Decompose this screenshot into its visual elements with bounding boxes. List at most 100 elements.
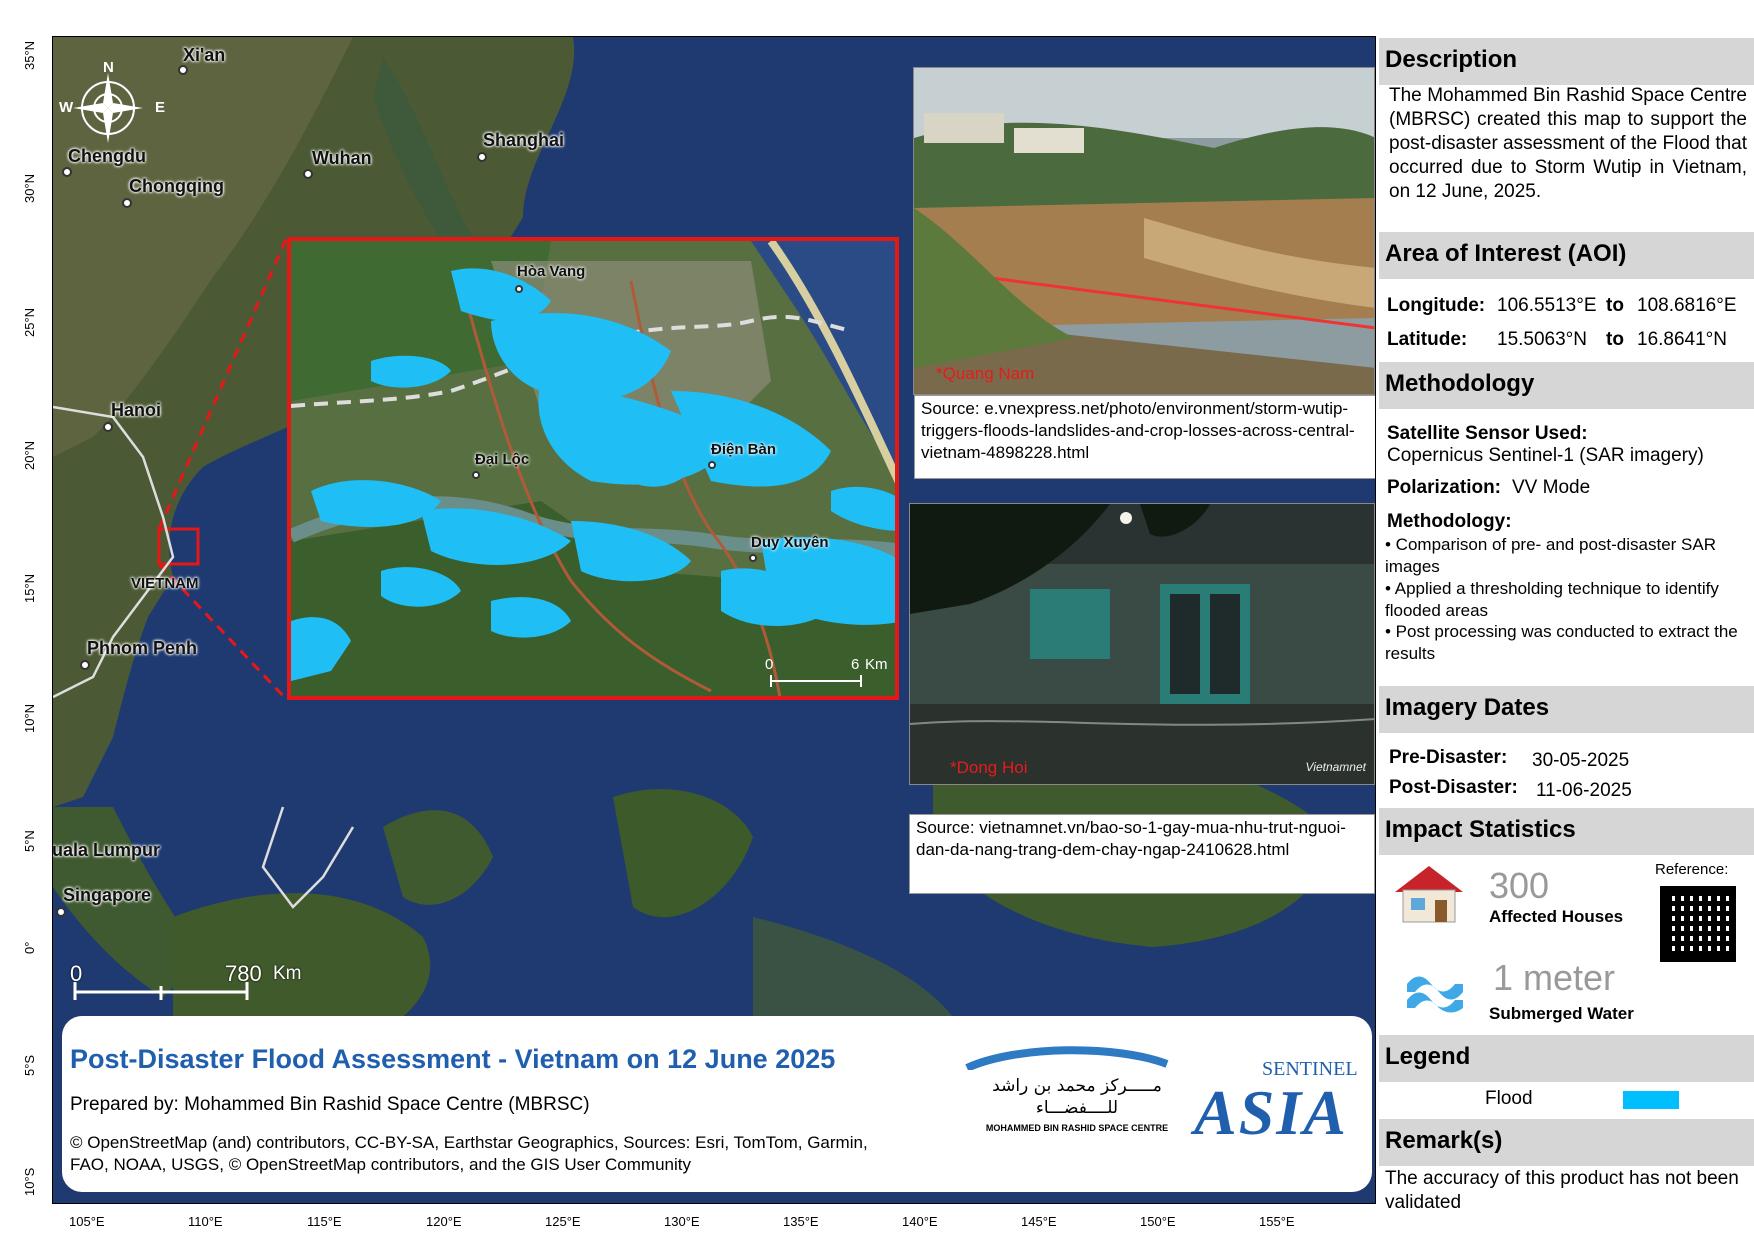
- city-label: Singapore: [63, 885, 152, 905]
- photo-caption[interactable]: Source: e.vnexpress.net/photo/environmen…: [914, 395, 1375, 479]
- impact-heading: Impact Statistics: [1379, 808, 1754, 855]
- compass-e: E: [155, 99, 166, 116]
- title-box: Post-Disaster Flood Assessment - Vietnam…: [62, 1016, 1372, 1192]
- lon-tick: 140°E: [902, 1214, 938, 1229]
- latitude-to: 16.8641°N: [1637, 329, 1727, 350]
- sensor-label: Satellite Sensor Used:: [1387, 423, 1588, 444]
- lat-tick: 30°N: [22, 173, 37, 203]
- house-icon: [1389, 862, 1469, 926]
- sentinel-logo-main: ASIA: [1194, 1077, 1348, 1148]
- mbrsc-logo-arabic: مـــــركز محمد بن راشد للــــفضـــاء: [992, 1076, 1162, 1118]
- inset-map[interactable]: Hòa Vang Đại Lộc Điện Bàn Duy Xuyên 0 6 …: [287, 237, 899, 700]
- description-text: The Mohammed Bin Rashid Space Centre (MB…: [1389, 85, 1748, 202]
- legend-heading: Legend: [1379, 1035, 1754, 1082]
- lon-tick: 125°E: [545, 1214, 581, 1229]
- pre-disaster-value: 30-05-2025: [1532, 750, 1630, 771]
- prepared-by: Prepared by: Mohammed Bin Rashid Space C…: [70, 1094, 590, 1115]
- lat-tick: 35°N: [22, 40, 37, 70]
- lon-tick: 150°E: [1140, 1214, 1176, 1229]
- inset-scale-start: 0: [765, 656, 774, 673]
- inset-city-dot: [708, 461, 716, 469]
- city-label: Phnom Penh: [87, 638, 198, 658]
- water-value: 1 meter: [1493, 957, 1616, 998]
- photo-caption[interactable]: Source: vietnamnet.vn/bao-so-1-gay-mua-n…: [909, 814, 1375, 894]
- credits: © OpenStreetMap (and) contributors, CC-B…: [70, 1133, 868, 1174]
- city-dot: [56, 907, 66, 917]
- scale-end: 780: [225, 961, 262, 986]
- lon-tick: 120°E: [426, 1214, 462, 1229]
- scale-start: 0: [70, 961, 83, 986]
- mbrsc-logo-english: MOHAMMED BIN RASHID SPACE CENTRE: [985, 1123, 1169, 1133]
- city-label: Chengdu: [68, 146, 146, 166]
- photo-dong-hoi: *Dong Hoi Vietnamnet: [909, 503, 1375, 785]
- inset-city-label: Điện Bàn: [711, 441, 777, 458]
- city-dot: [80, 660, 90, 670]
- sentinel-asia-logo: SENTINEL ASIA: [1190, 1056, 1370, 1176]
- city-dot: [62, 167, 72, 177]
- legend-flood-swatch: [1623, 1091, 1679, 1109]
- lon-tick: 155°E: [1259, 1214, 1295, 1229]
- lon-tick: 145°E: [1021, 1214, 1057, 1229]
- lat-tick: 5°S: [22, 1054, 37, 1076]
- inset-city-label: Hòa Vang: [517, 263, 586, 280]
- scale-unit: Km: [273, 963, 302, 984]
- country-label: VIETNAM: [131, 575, 199, 592]
- compass-rose: N W E: [59, 59, 165, 151]
- qr-code-icon[interactable]: [1660, 886, 1736, 962]
- lat-tick: 15°N: [22, 573, 37, 603]
- city-label: Chongqing: [129, 176, 224, 196]
- vietnamnet-watermark: Vietnamnet: [1305, 760, 1367, 774]
- lon-tick: 135°E: [783, 1214, 819, 1229]
- water-label: Submerged Water: [1489, 1004, 1634, 1023]
- lon-tick: 130°E: [664, 1214, 700, 1229]
- city-dot: [303, 169, 313, 179]
- sensor-value: Copernicus Sentinel-1 (SAR imagery): [1387, 445, 1704, 466]
- polarization-label: Polarization:: [1387, 477, 1502, 498]
- remarks-text: The accuracy of this product has not bee…: [1385, 1168, 1739, 1213]
- inset-city-label: Duy Xuyên: [751, 534, 829, 551]
- compass-w: W: [59, 99, 74, 116]
- remarks-heading: Remark(s): [1379, 1119, 1754, 1166]
- lat-tick: 0°: [22, 941, 37, 954]
- city-label: Shanghai: [483, 130, 565, 150]
- lon-tick: 110°E: [188, 1214, 223, 1229]
- inset-scale-end: 6: [851, 656, 860, 673]
- latitude-from: 15.5063°N: [1497, 329, 1587, 350]
- city-dot: [178, 65, 188, 75]
- lat-tick: 20°N: [22, 440, 37, 470]
- aoi-to: to: [1606, 329, 1624, 350]
- pre-disaster-label: Pre-Disaster:: [1389, 747, 1508, 768]
- aoi-heading: Area of Interest (AOI): [1379, 232, 1754, 279]
- city-label: Xi'an: [183, 45, 226, 65]
- city-label: Kuala Lumpur: [52, 840, 161, 860]
- city-dot: [477, 152, 487, 162]
- post-disaster-label: Post-Disaster:: [1389, 777, 1518, 798]
- imagery-dates-heading: Imagery Dates: [1379, 686, 1754, 733]
- longitude-label: Longitude:: [1387, 295, 1486, 316]
- inset-city-label: Đại Lộc: [475, 451, 530, 468]
- mbrsc-logo: مـــــركز محمد بن راشد للــــفضـــاء MOH…: [957, 1040, 1197, 1150]
- city-dot: [103, 422, 113, 432]
- city-dot: [122, 198, 132, 208]
- photo-tag: *Quang Nam: [936, 364, 1035, 383]
- water-waves-icon: [1405, 970, 1465, 1014]
- polarization-value: VV Mode: [1512, 477, 1591, 498]
- latitude-label: Latitude:: [1387, 329, 1468, 350]
- lat-tick: 5°N: [22, 830, 37, 852]
- lon-tick: 115°E: [307, 1214, 342, 1229]
- aoi-to: to: [1606, 295, 1624, 316]
- city-label: Wuhan: [312, 148, 372, 168]
- city-label: Hanoi: [111, 400, 162, 420]
- inset-scale-unit: Km: [865, 656, 888, 673]
- lat-tick: 25°N: [22, 307, 37, 337]
- method-step: • Post processing was conducted to extra…: [1385, 622, 1738, 663]
- longitude-to: 108.6816°E: [1637, 295, 1737, 316]
- lat-tick: 10°N: [22, 703, 37, 733]
- lat-tick: 10°S: [22, 1167, 37, 1196]
- inset-city-dot: [515, 285, 523, 293]
- inset-imagery: [291, 241, 895, 696]
- post-disaster-value: 11-06-2025: [1536, 780, 1632, 801]
- lon-tick: 105°E: [69, 1214, 105, 1229]
- methodology-label: Methodology:: [1387, 511, 1512, 532]
- method-step: • Comparison of pre- and post-disaster S…: [1385, 535, 1716, 576]
